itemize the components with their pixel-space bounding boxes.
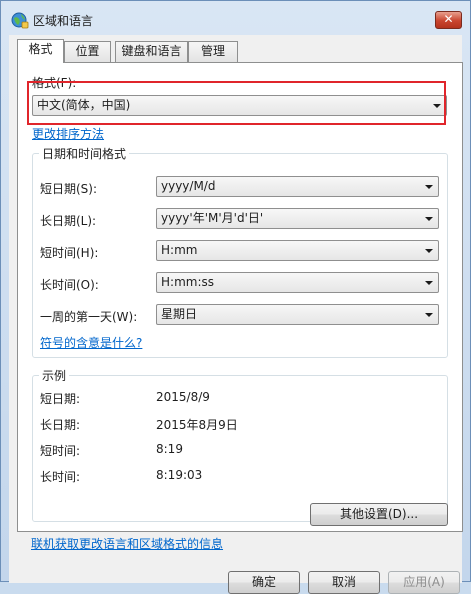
example-long-time-value: 8:19:03 — [156, 468, 203, 482]
first-day-select[interactable]: 星期日 — [156, 304, 439, 325]
chevron-down-icon — [425, 249, 433, 253]
globe-icon — [11, 12, 29, 29]
tab-keyboards-languages[interactable]: 键盘和语言 — [115, 41, 188, 62]
short-date-value: yyyy/M/d — [161, 179, 216, 193]
chevron-down-icon — [425, 217, 433, 221]
long-date-select[interactable]: yyyy'年'M'月'd'日' — [156, 208, 439, 229]
annotation-highlight-box — [27, 81, 446, 125]
online-info-link[interactable]: 联机获取更改语言和区域格式的信息 — [31, 535, 223, 552]
format-tab-panel: 格式(F): 中文(简体，中国) 更改排序方法 日期和时间格式 短日期(S): … — [17, 62, 463, 532]
other-settings-button[interactable]: 其他设置(D)... — [310, 503, 448, 526]
apply-button[interactable]: 应用(A) — [388, 571, 460, 594]
long-date-label: 长日期(L): — [40, 214, 97, 228]
examples-group-title: 示例 — [39, 367, 70, 384]
example-short-time-value: 8:19 — [156, 442, 183, 456]
window-title: 区域和语言 — [33, 14, 94, 28]
cancel-button[interactable]: 取消 — [308, 571, 380, 594]
first-day-value: 星期日 — [161, 307, 198, 321]
datetime-group-title: 日期和时间格式 — [39, 145, 130, 162]
tab-administrative[interactable]: 管理 — [188, 41, 238, 62]
change-sort-link[interactable]: 更改排序方法 — [32, 125, 104, 142]
long-time-label: 长时间(O): — [40, 278, 99, 292]
title-bar[interactable]: 区域和语言 ✕ — [1, 1, 470, 35]
short-date-select[interactable]: yyyy/M/d — [156, 176, 439, 197]
example-short-time-label: 短时间: — [40, 444, 81, 458]
region-language-window: 区域和语言 ✕ 格式 位置 键盘和语言 管理 格式(F): 中文(简体，中国) … — [0, 0, 471, 594]
examples-group — [32, 375, 448, 522]
notation-help-link[interactable]: 符号的含意是什么? — [40, 334, 142, 351]
short-date-label: 短日期(S): — [40, 182, 98, 196]
example-long-time-label: 长时间: — [40, 470, 81, 484]
first-day-label: 一周的第一天(W): — [40, 310, 138, 324]
short-time-select[interactable]: H:mm — [156, 240, 439, 261]
chevron-down-icon — [425, 281, 433, 285]
example-short-date-value: 2015/8/9 — [156, 390, 210, 404]
close-button[interactable]: ✕ — [435, 11, 462, 29]
example-long-date-value: 2015年8月9日 — [156, 418, 238, 432]
long-date-value: yyyy'年'M'月'd'日' — [161, 211, 264, 225]
close-icon: ✕ — [443, 12, 454, 26]
long-time-value: H:mm:ss — [161, 275, 214, 289]
long-time-select[interactable]: H:mm:ss — [156, 272, 439, 293]
short-time-value: H:mm — [161, 243, 198, 257]
example-long-date-label: 长日期: — [40, 418, 81, 432]
short-time-label: 短时间(H): — [40, 246, 99, 260]
tab-format[interactable]: 格式 — [17, 39, 64, 63]
tab-location[interactable]: 位置 — [64, 41, 111, 62]
chevron-down-icon — [425, 313, 433, 317]
example-short-date-label: 短日期: — [40, 392, 81, 406]
chevron-down-icon — [425, 185, 433, 189]
ok-button[interactable]: 确定 — [228, 571, 300, 594]
